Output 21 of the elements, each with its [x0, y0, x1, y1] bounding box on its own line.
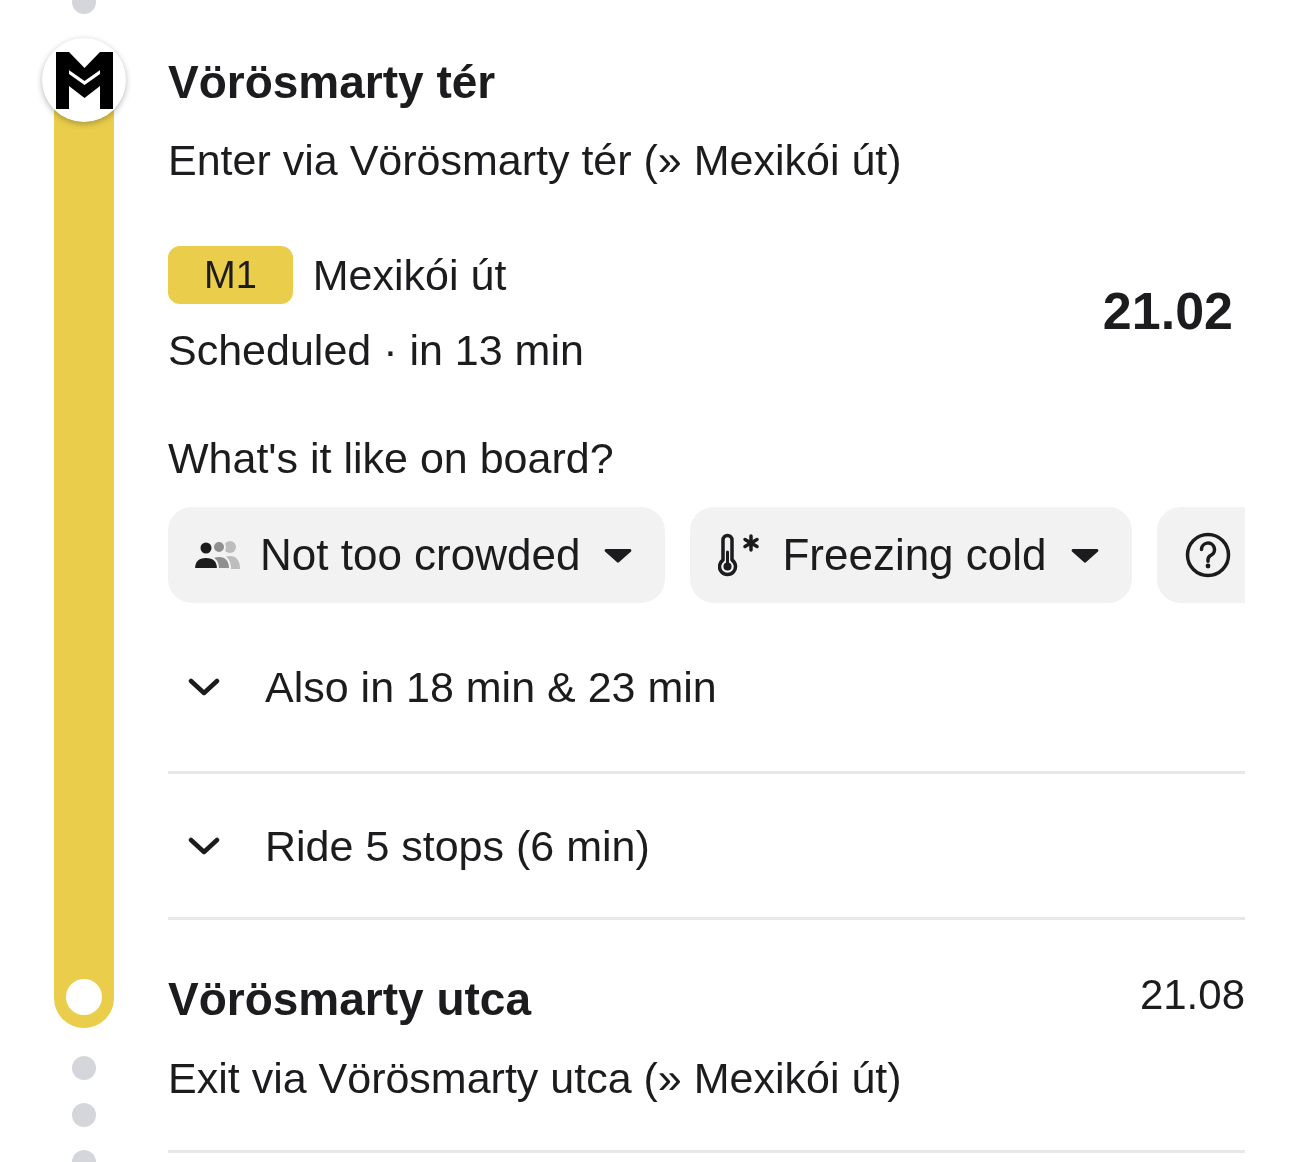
crowding-dropdown[interactable]: Not too crowded	[168, 507, 666, 603]
stop-marker-icon	[66, 979, 102, 1015]
stop-name: Vörösmarty tér	[168, 55, 497, 110]
entrance-instruction: Enter via Vörösmarty tér (» Mexikói út)	[168, 135, 903, 186]
temperature-dropdown[interactable]: Freezing cold	[690, 507, 1132, 603]
caret-down-icon	[604, 547, 633, 563]
stop-name: Vörösmarty utca	[168, 972, 531, 1027]
departure-status: Scheduled · in 13 min	[168, 325, 584, 376]
arrival-time: 21.08	[1139, 970, 1245, 1020]
help-button[interactable]	[1156, 507, 1245, 603]
occupancy-question: What's it like on board?	[168, 433, 615, 484]
caret-down-icon	[1070, 547, 1099, 563]
direction-text: Mexikói út	[312, 250, 507, 301]
departure-time: 21.02	[1102, 281, 1233, 341]
help-icon	[1184, 532, 1231, 578]
expand-toggle[interactable]: Ride 5 stops (6 min)	[168, 819, 650, 872]
metro-logo-icon	[42, 38, 126, 122]
line-badge: M1	[168, 246, 293, 304]
exit-instruction: Exit via Vörösmarty utca (» Mexikói út)	[168, 1053, 903, 1104]
expand-toggle[interactable]: Also in 18 min & 23 min	[168, 661, 717, 713]
thermometer-icon	[718, 533, 761, 577]
